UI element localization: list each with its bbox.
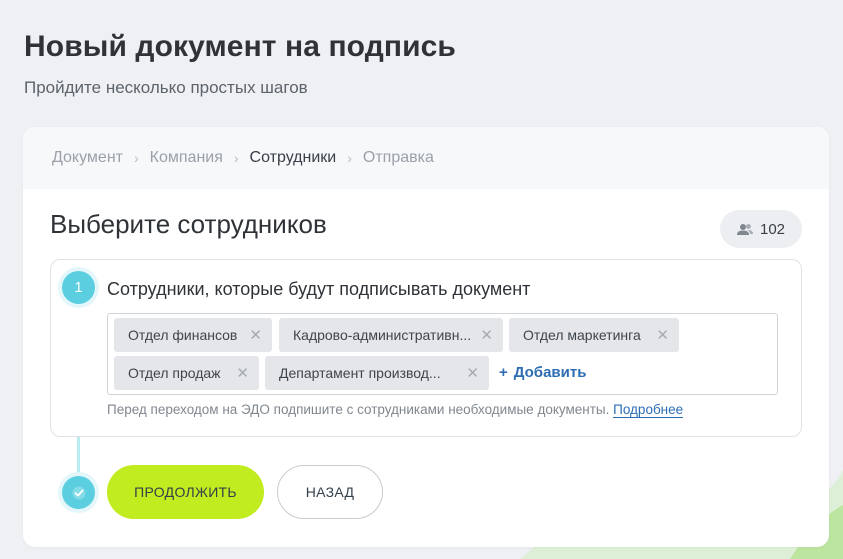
page-title: Новый документ на подпись [24, 30, 456, 63]
plus-icon: + [499, 364, 508, 381]
remove-tag-icon[interactable]: ✕ [656, 326, 669, 344]
hint-text: Перед переходом на ЭДО подпишите с сотру… [107, 402, 684, 418]
chevron-right-icon: › [133, 150, 139, 166]
chevron-right-icon: › [347, 150, 352, 166]
breadcrumb-item-employees: Сотрудники [249, 149, 337, 166]
more-info-link[interactable]: Подробнее [613, 402, 684, 418]
remove-tag-icon[interactable]: ✕ [466, 364, 479, 382]
tag-production[interactable]: Департамент производ... ✕ [265, 356, 489, 390]
step-number-badge: 1 [62, 271, 95, 304]
tag-label: Кадрово-административн... [293, 327, 472, 343]
remove-tag-icon[interactable]: ✕ [236, 364, 249, 382]
tag-label: Департамент производ... [279, 365, 441, 381]
tag-marketing[interactable]: Отдел маркетинга ✕ [509, 318, 679, 352]
breadcrumb-item-company[interactable]: Компания [150, 149, 223, 167]
step-label: Сотрудники, которые будут подписывать до… [107, 279, 531, 299]
tag-label: Отдел продаж [128, 365, 221, 381]
tag-hr-admin[interactable]: Кадрово-административн... ✕ [279, 318, 503, 352]
continue-button[interactable]: ПРОДОЛЖИТЬ [107, 465, 264, 519]
breadcrumb: Документ › Компания › Сотрудники › Отпра… [23, 127, 829, 189]
tag-label: Отдел финансов [128, 327, 238, 343]
chevron-right-icon: › [233, 150, 239, 166]
employee-count-badge[interactable]: 102 [720, 210, 802, 248]
remove-tag-icon[interactable]: ✕ [249, 326, 262, 344]
employee-count: 102 [759, 220, 786, 238]
breadcrumb-item-document[interactable]: Документ [52, 149, 123, 167]
back-button[interactable]: НАЗАД [277, 465, 383, 519]
hint-message: Перед переходом на ЭДО подпишите с сотру… [107, 402, 610, 417]
users-icon [736, 223, 753, 235]
remove-tag-icon[interactable]: ✕ [480, 326, 493, 344]
tag-sales[interactable]: Отдел продаж ✕ [114, 356, 259, 390]
section-title: Выберите сотрудников [50, 209, 327, 239]
tag-label: Отдел маркетинга [523, 327, 641, 343]
tag-finance[interactable]: Отдел финансов ✕ [114, 318, 272, 352]
add-label: Добавить [513, 364, 587, 381]
add-employee-button[interactable]: + Добавить [499, 364, 586, 381]
wizard-card: Документ › Компания › Сотрудники › Отпра… [23, 127, 829, 547]
employee-tags-input[interactable]: Отдел финансов ✕ Кадрово-административн.… [107, 313, 778, 395]
check-icon [62, 476, 95, 509]
page-subtitle: Пройдите несколько простых шагов [24, 78, 308, 97]
breadcrumb-item-send: Отправка [362, 149, 434, 166]
